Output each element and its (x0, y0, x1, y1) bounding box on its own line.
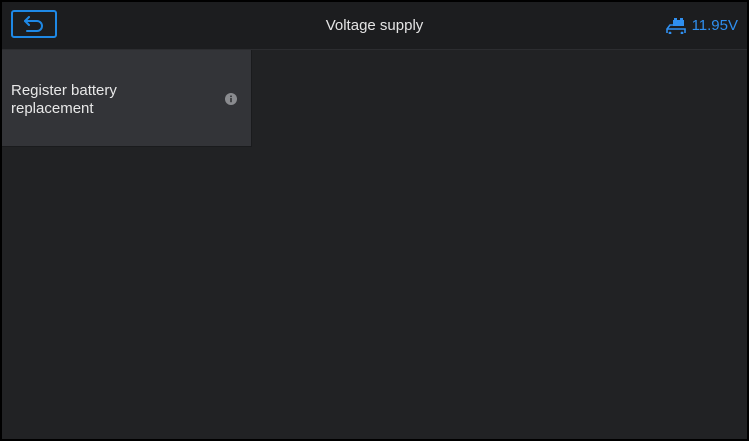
register-battery-replacement-item[interactable]: Register battery replacement (2, 50, 252, 147)
car-battery-icon (665, 17, 686, 34)
screen: Voltage supply 11.95V Register battery r… (2, 2, 747, 439)
voltage-indicator: 11.95V (665, 2, 738, 49)
menu-item-label: Register battery replacement (11, 82, 117, 117)
page-title: Voltage supply (325, 17, 424, 34)
voltage-value: 11.95V (691, 17, 738, 34)
info-icon[interactable] (225, 93, 237, 105)
top-bar: Voltage supply 11.95V (2, 2, 747, 50)
